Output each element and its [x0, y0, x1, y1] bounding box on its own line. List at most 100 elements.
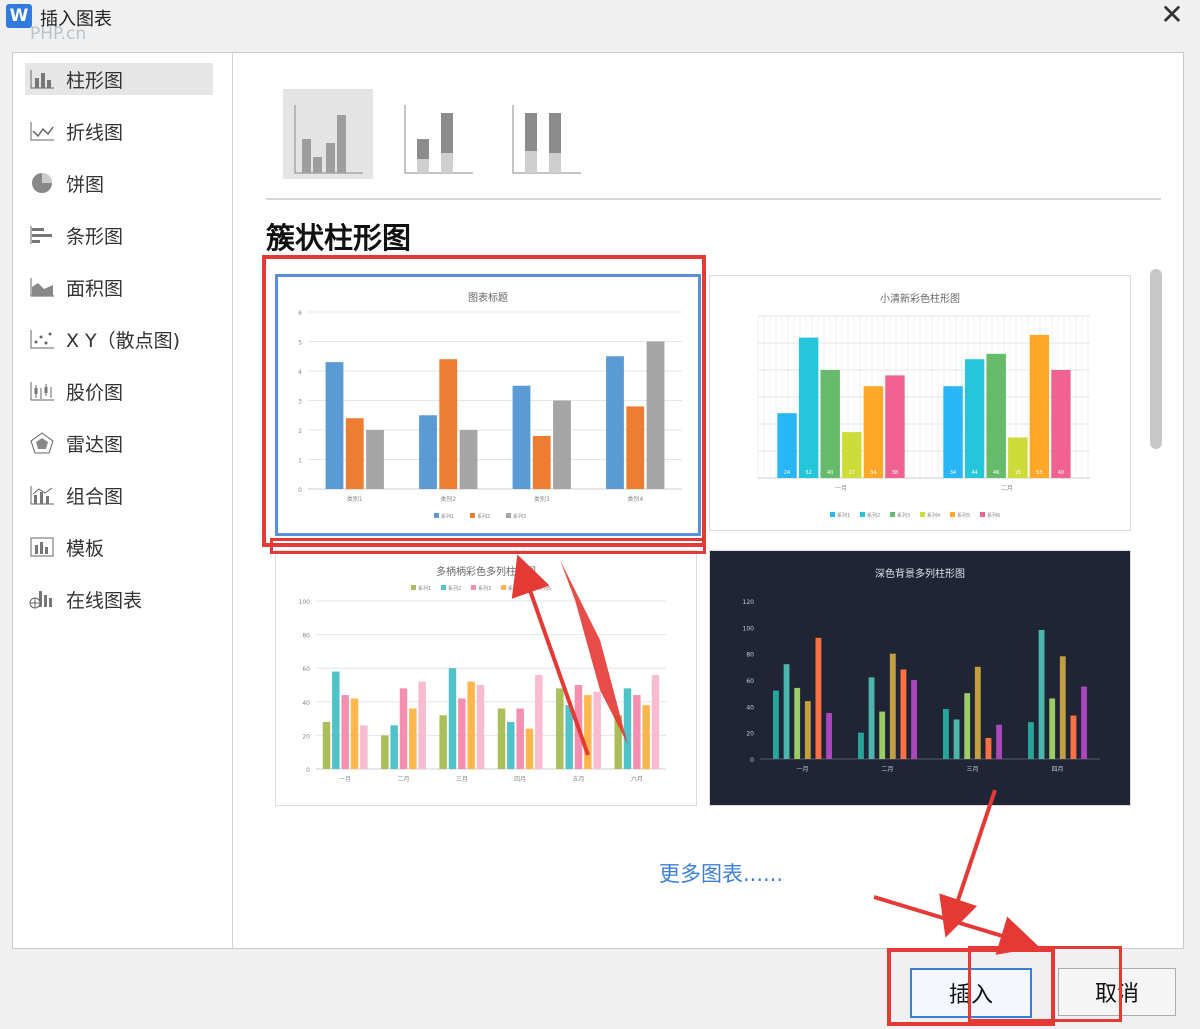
- x-tick-label: 类别2: [440, 495, 456, 503]
- data-label: 40: [827, 470, 833, 476]
- gallery-scrollbar[interactable]: [1150, 269, 1162, 449]
- y-tick-label: 0: [306, 767, 310, 774]
- bar-chart-icon: [28, 68, 56, 90]
- bar: [439, 359, 458, 489]
- bar: [996, 724, 1002, 759]
- bar: [1029, 334, 1050, 478]
- bar: [606, 356, 624, 489]
- y-tick-label: 80: [302, 633, 310, 640]
- cancel-button[interactable]: 取消: [1058, 968, 1176, 1016]
- chart-template-thumbnail[interactable]: 图表标题 0 1 2 3 4 5 6 类别1 类别2 类别3 类别4 系列1 系列2 系列3: [275, 274, 701, 536]
- y-tick-label: 20: [746, 731, 754, 738]
- sidebar-item-column[interactable]: 柱形图: [25, 63, 213, 95]
- bar: [381, 735, 389, 769]
- fresh-color-column-preview: 小清新彩色柱形图 24 52 40 17 34 38 一月 34 44 46 15 53 40 二月系列1 系…: [757, 292, 1090, 519]
- y-tick-label: 100: [299, 599, 311, 606]
- bar: [584, 695, 592, 769]
- bar: [476, 685, 485, 769]
- bar: [1059, 656, 1066, 759]
- x-tick-label: 四月: [1051, 766, 1063, 773]
- data-label: 40: [1058, 470, 1064, 476]
- y-tick-label: 80: [746, 652, 754, 659]
- x-tick-label: 二月: [1001, 485, 1013, 492]
- bar: [943, 386, 963, 478]
- bar: [804, 701, 811, 759]
- x-tick-label: 四月: [514, 776, 526, 783]
- bar: [341, 695, 349, 769]
- y-tick-label: 60: [746, 678, 754, 685]
- x-tick-label: 三月: [966, 766, 978, 773]
- bar: [448, 668, 457, 769]
- y-tick-label: 100: [743, 625, 755, 632]
- y-tick-label: 0: [750, 757, 754, 764]
- data-label: 24: [784, 470, 790, 476]
- data-label: 38: [892, 470, 898, 476]
- bar: [516, 708, 524, 769]
- bar: [783, 664, 790, 759]
- bar: [1051, 370, 1071, 478]
- bar: [507, 721, 515, 769]
- chart-template-thumbnail[interactable]: 小清新彩色柱形图 24 52 40 17 34 38 一月 34 44 46 15 53 40 二月 系列1 系…: [709, 275, 1131, 531]
- legend-label: 系列1: [837, 512, 850, 519]
- more-charts-link[interactable]: 更多图表......: [659, 858, 783, 888]
- chart-template-thumbnail[interactable]: 多柄柄彩色多列柱形图 0 20 40 60 80 100 一月 二月 三月 四月 五月 六月 系列1 系列2…: [275, 550, 697, 806]
- x-tick-label: 类别3: [534, 495, 550, 503]
- bar: [512, 385, 531, 489]
- bar: [1038, 629, 1045, 759]
- bar: [986, 353, 1006, 478]
- x-tick-label: 类别1: [347, 495, 363, 503]
- bar: [651, 674, 660, 769]
- y-tick-label: 2: [298, 428, 302, 435]
- bar: [858, 732, 864, 759]
- sidebar-item-label: 饼图: [66, 173, 105, 196]
- sidebar-item-radar[interactable]: 雷达图: [25, 427, 213, 459]
- bar: [826, 712, 832, 759]
- chart-template-thumbnail[interactable]: 深色背景多列柱形图 0 20 40 60 80 100 120 一月 二月 三月 四月: [709, 550, 1131, 806]
- bar: [943, 708, 949, 759]
- sidebar-item-label: 面积图: [66, 277, 124, 300]
- legend-label: 系列5: [957, 512, 970, 519]
- section-title: 簇状柱形图: [266, 221, 412, 255]
- x-tick-label: 三月: [456, 776, 468, 783]
- insert-button[interactable]: 插入: [910, 968, 1032, 1018]
- data-label: 17: [849, 470, 855, 476]
- clustered-column-icon: [291, 103, 365, 179]
- y-tick-label: 120: [743, 599, 755, 606]
- sidebar-item-stock[interactable]: 股价图: [25, 375, 213, 407]
- sidebar-item-pie[interactable]: 饼图: [25, 167, 213, 199]
- sidebar-item-online[interactable]: 在线图表: [25, 583, 213, 615]
- legend-swatch: [950, 512, 955, 517]
- horizontal-bar-icon: [28, 224, 56, 246]
- legend-swatch: [441, 585, 446, 590]
- sidebar-item-area[interactable]: 面积图: [25, 271, 213, 303]
- sidebar-item-bar[interactable]: 条形图: [25, 219, 213, 251]
- bar: [879, 711, 886, 759]
- section-divider: [266, 198, 1161, 200]
- bar: [556, 688, 564, 769]
- y-tick-label: 3: [298, 399, 302, 406]
- sidebar-item-scatter[interactable]: X Y（散点图): [25, 323, 213, 355]
- chart-gallery-panel: 簇状柱形图 图表标题 0 1 2 3 4 5 6 类别1 类别2 类别3 类别4 系列1 系列2 系列3 小…: [233, 53, 1183, 948]
- subtype-stacked-column[interactable]: [393, 89, 483, 179]
- bar: [574, 685, 583, 769]
- online-chart-icon: [28, 588, 56, 610]
- sidebar-item-template[interactable]: 模板: [25, 531, 213, 563]
- y-tick-label: 40: [746, 704, 754, 711]
- bar: [345, 418, 364, 489]
- bar: [820, 370, 840, 478]
- bar: [409, 708, 417, 769]
- data-label: 15: [1015, 470, 1021, 476]
- bar: [964, 693, 971, 759]
- x-tick-label: 一月: [796, 766, 808, 773]
- subtype-percent-stacked-column[interactable]: [501, 89, 591, 179]
- x-tick-label: 五月: [572, 776, 584, 783]
- sidebar-item-label: 模板: [66, 537, 105, 560]
- close-icon[interactable]: ✕: [1152, 0, 1192, 32]
- bar: [626, 406, 645, 489]
- sidebar-item-combo[interactable]: 组合图: [25, 479, 213, 511]
- bar: [889, 653, 896, 759]
- subtype-clustered-column[interactable]: [283, 89, 373, 179]
- legend-swatch: [890, 512, 895, 517]
- sidebar-item-label: 组合图: [66, 485, 124, 508]
- sidebar-item-line[interactable]: 折线图: [25, 115, 213, 147]
